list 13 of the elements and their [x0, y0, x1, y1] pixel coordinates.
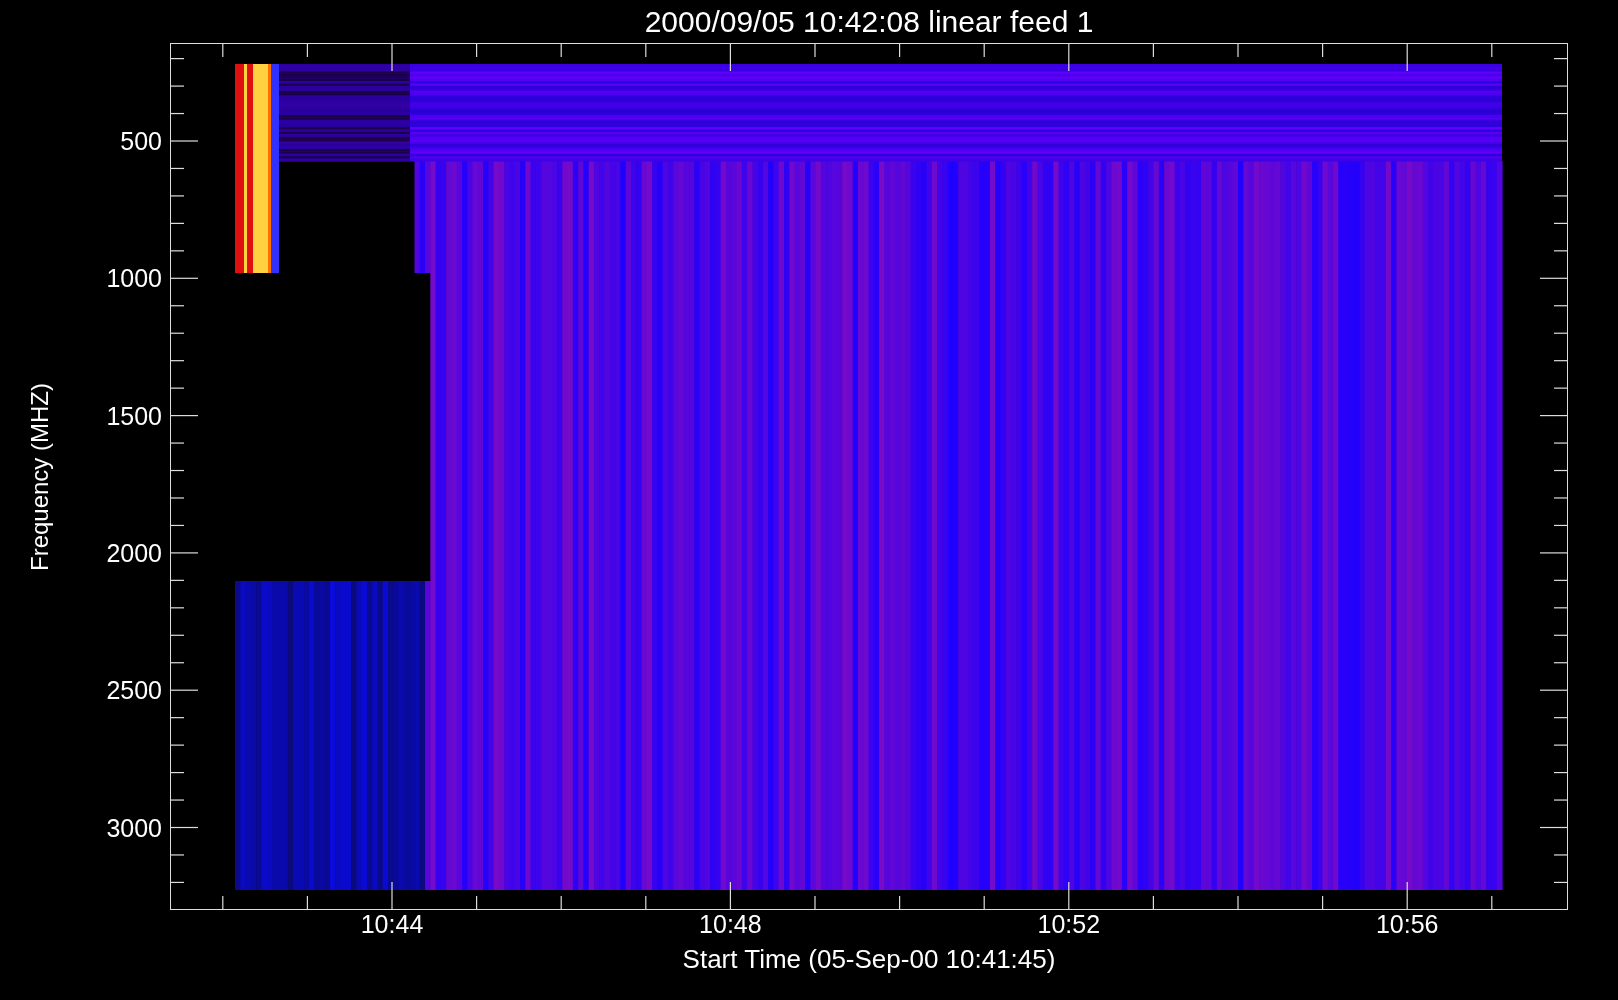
x-tick-label: 10:56 [1375, 910, 1439, 939]
y-tick-label: 3000 [106, 813, 162, 842]
y-axis-label: Frequency (MHZ) [26, 382, 54, 571]
y-tick-label: 1000 [106, 263, 162, 293]
y-tick-label: 1500 [106, 401, 162, 431]
x-tick-label: 10:52 [1037, 910, 1101, 939]
chart-title: 2000/09/05 10:42:08 linear feed 1 [644, 4, 1094, 39]
x-tick-label: 10:44 [360, 910, 424, 939]
y-tick-label: 2500 [106, 675, 162, 705]
x-tick-label: 10:48 [699, 910, 762, 939]
y-tick-label: 500 [120, 126, 162, 156]
y-tick-label: 2000 [106, 538, 162, 568]
x-axis-label: Start Time (05-Sep-00 10:41:45) [682, 944, 1056, 975]
